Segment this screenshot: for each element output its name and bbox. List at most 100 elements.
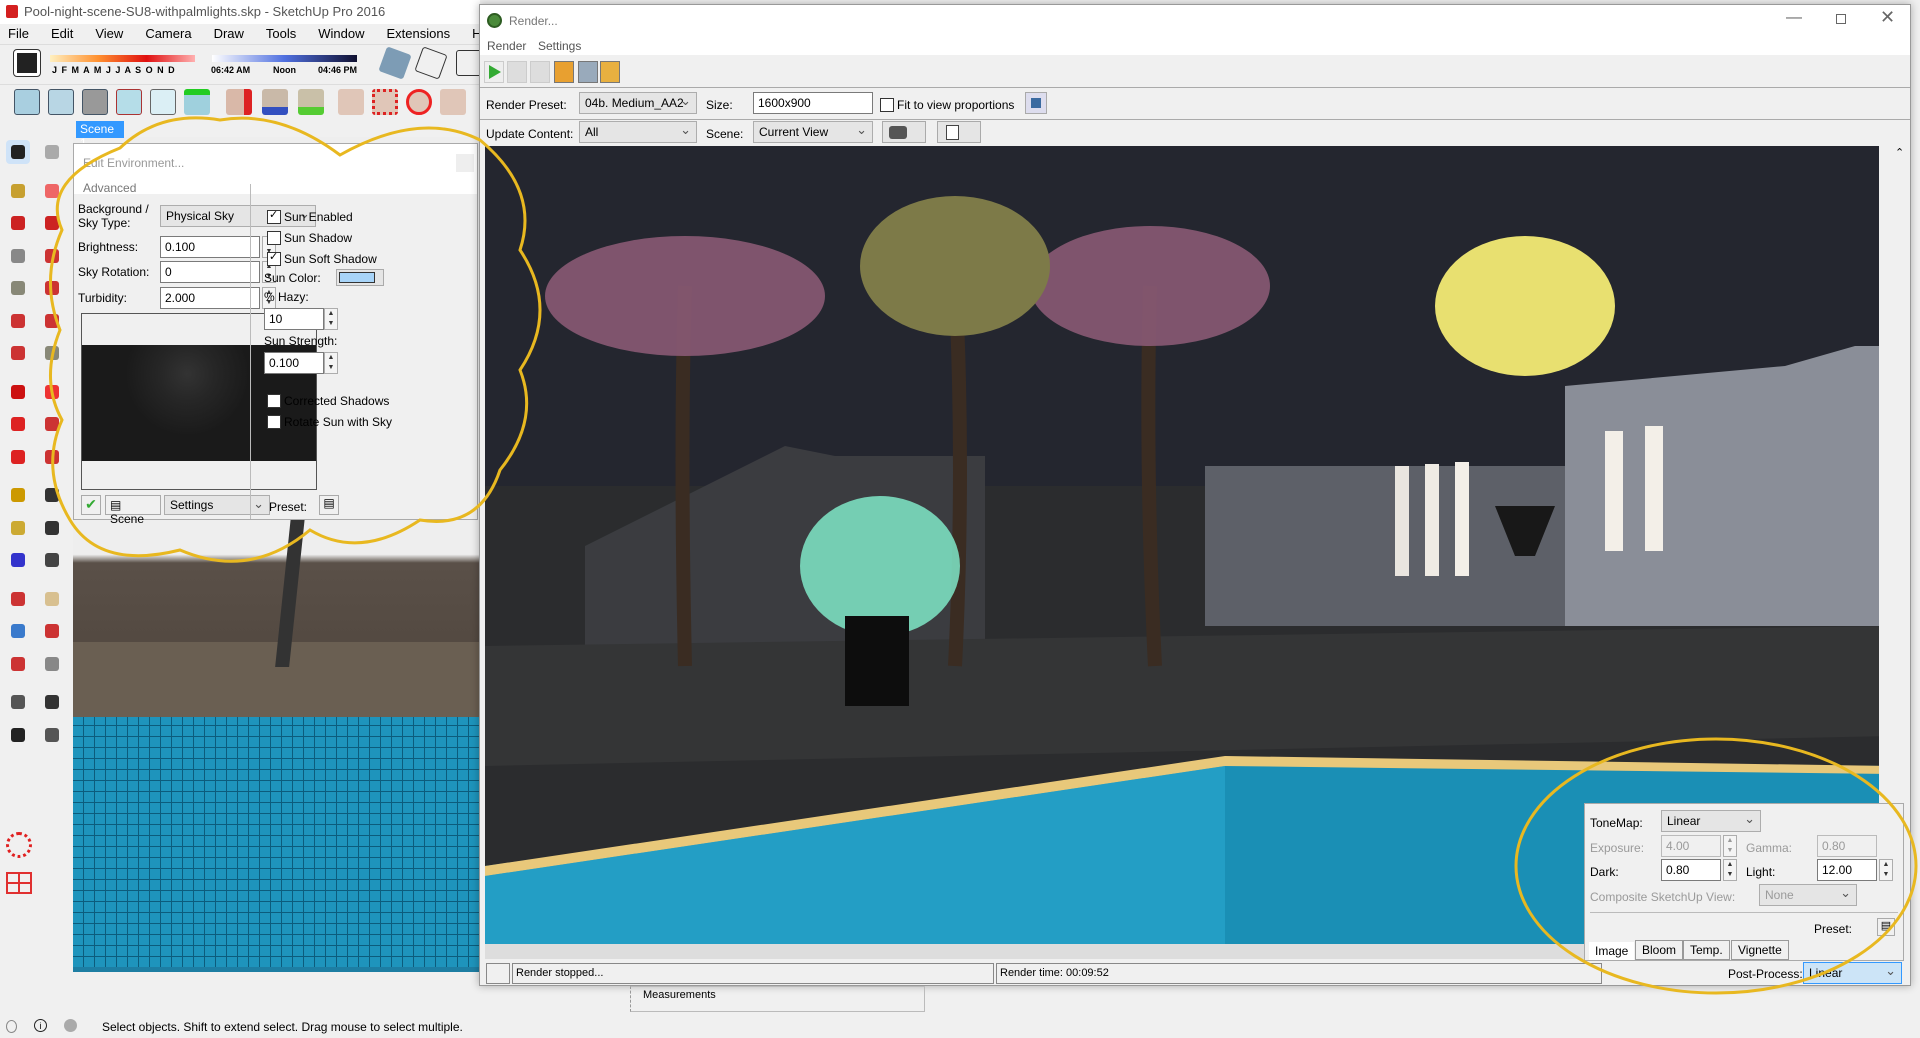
menu-camera[interactable]: Camera — [145, 26, 191, 41]
composite-select[interactable]: None — [1759, 884, 1857, 906]
post-process-select[interactable]: Linear — [1803, 962, 1902, 984]
menu-extensions[interactable]: Extensions — [387, 26, 451, 41]
rotate-tool-icon[interactable] — [6, 412, 30, 436]
pause-icon[interactable] — [507, 61, 527, 83]
export-icon[interactable] — [578, 61, 598, 83]
push-up-icon[interactable] — [184, 89, 210, 115]
exposure-input[interactable]: 4.00 — [1661, 835, 1721, 857]
light-input[interactable]: 12.00 — [1817, 859, 1877, 881]
two-point-arc-tool-icon[interactable] — [6, 341, 30, 365]
dark-input[interactable]: 0.80 — [1661, 859, 1721, 881]
date-slider[interactable] — [50, 55, 195, 62]
layout-grid-icon[interactable] — [6, 872, 32, 894]
camera-icon[interactable] — [882, 121, 926, 143]
measurements-box[interactable]: Measurements — [630, 986, 925, 1012]
stop-icon[interactable] — [530, 61, 550, 83]
tape-measure-tool-icon[interactable] — [6, 483, 30, 507]
import-icon[interactable] — [600, 61, 620, 83]
component-tool-icon[interactable] — [40, 140, 64, 164]
sun-color-picker[interactable] — [336, 269, 384, 286]
minimize-button[interactable]: — — [1786, 9, 1802, 27]
sun-enabled-checkbox[interactable]: Sun Enabled — [267, 208, 353, 224]
zoom-tool-icon[interactable] — [6, 619, 30, 643]
time-slider[interactable] — [212, 55, 357, 62]
scene-select[interactable]: Current View — [753, 121, 873, 143]
sun-shadow-checkbox[interactable]: Sun Shadow — [267, 231, 352, 245]
right-view-icon[interactable] — [116, 89, 142, 115]
back-face-icon[interactable] — [414, 46, 448, 80]
paint-bucket-tool-icon[interactable] — [6, 179, 30, 203]
collapse-button[interactable] — [456, 154, 474, 172]
rotate-sun-checkbox[interactable]: Rotate Sun with Sky — [267, 415, 392, 429]
pan-tool-icon[interactable] — [40, 587, 64, 611]
sandbox-flip-edge-icon[interactable] — [406, 89, 432, 115]
pie-tool-icon[interactable] — [40, 309, 64, 333]
maximize-button[interactable] — [1836, 14, 1846, 24]
sandbox-stamp-icon[interactable] — [298, 89, 324, 115]
apply-check-button[interactable]: ✔ — [81, 495, 101, 515]
info-icon[interactable]: i — [34, 1019, 47, 1032]
brightness-input[interactable]: 0.100 — [160, 236, 260, 258]
tab-image[interactable]: Image — [1589, 942, 1635, 960]
position-camera-tool-icon[interactable] — [6, 690, 30, 714]
scene-tab-scene-1[interactable]: Scene 1 — [76, 121, 124, 150]
settings-select[interactable]: Settings — [164, 495, 270, 515]
tab-temp[interactable]: Temp. — [1683, 940, 1730, 960]
menu-tools[interactable]: Tools — [266, 26, 296, 41]
sandbox-smoove-icon[interactable] — [262, 89, 288, 115]
menu-edit[interactable]: Edit — [51, 26, 73, 41]
dimension-tool-icon[interactable] — [40, 483, 64, 507]
sun-strength-stepper[interactable]: ▲ ▼ — [324, 352, 338, 374]
menu-window[interactable]: Window — [318, 26, 364, 41]
sandbox-add-detail-icon[interactable] — [372, 89, 398, 115]
menu-draw[interactable]: Draw — [214, 26, 244, 41]
sun-strength-input[interactable]: 0.100 — [264, 352, 324, 374]
scale-tool-icon[interactable] — [6, 445, 30, 469]
gamma-input[interactable]: 0.80 — [1817, 835, 1877, 857]
three-point-arc-tool-icon[interactable] — [40, 341, 64, 365]
sandbox-drape-icon[interactable] — [338, 89, 364, 115]
pencil-tool-icon[interactable] — [6, 211, 30, 235]
top-view-icon[interactable] — [48, 89, 74, 115]
rectangle-tool-icon[interactable] — [6, 244, 30, 268]
fit-frame-icon[interactable] — [1025, 92, 1047, 114]
exposure-stepper[interactable]: ▲ ▼ — [1723, 835, 1737, 857]
copy-icon[interactable] — [937, 121, 981, 143]
tab-vignette[interactable]: Vignette — [1731, 940, 1789, 960]
sky-rotation-input[interactable]: 0 — [160, 261, 260, 283]
play-icon[interactable] — [484, 61, 504, 83]
turbidity-input[interactable]: 2.000 — [160, 287, 260, 309]
look-around-tool-icon[interactable] — [40, 690, 64, 714]
menu-file[interactable]: File — [8, 26, 29, 41]
polygon-tool-icon[interactable] — [40, 276, 64, 300]
render-engine-icon[interactable] — [6, 832, 32, 858]
text-tool-icon[interactable] — [40, 516, 64, 540]
hazy-input[interactable]: 10 — [264, 308, 324, 330]
eraser-tool-icon[interactable] — [40, 179, 64, 203]
offset-tool-icon[interactable] — [40, 445, 64, 469]
axes-tool-icon[interactable] — [6, 548, 30, 572]
walk-tool-icon[interactable] — [6, 723, 30, 747]
circle-tool-icon[interactable] — [6, 276, 30, 300]
sword-icon[interactable] — [150, 89, 176, 115]
protractor-tool-icon[interactable] — [6, 516, 30, 540]
fit-to-view-checkbox[interactable]: Fit to view proportions — [880, 98, 1014, 112]
tab-bloom[interactable]: Bloom — [1635, 940, 1684, 960]
size-select[interactable]: 1600x900 — [753, 92, 873, 114]
orbit-tool-icon[interactable] — [6, 587, 30, 611]
arc-tool-icon[interactable] — [6, 309, 30, 333]
front-view-icon[interactable] — [82, 89, 108, 115]
post-preset-button[interactable]: ▤ — [1877, 918, 1895, 936]
section-plane-tool-icon[interactable] — [40, 723, 64, 747]
hazy-stepper[interactable]: ▲ ▼ — [324, 308, 338, 330]
move-tool-icon[interactable] — [6, 380, 30, 404]
save-image-icon[interactable] — [554, 61, 574, 83]
3d-text-tool-icon[interactable] — [40, 548, 64, 572]
dark-stepper[interactable]: ▲ ▼ — [1723, 859, 1737, 881]
zoom-window-tool-icon[interactable] — [40, 619, 64, 643]
render-preset-select[interactable]: 04b. Medium_AA2 — [579, 92, 697, 114]
previous-tool-icon[interactable] — [40, 652, 64, 676]
shadows-toggle-icon[interactable] — [13, 49, 41, 77]
env-preset-button[interactable]: ▤ — [319, 495, 339, 515]
sandbox-smooth-icon[interactable] — [440, 89, 466, 115]
